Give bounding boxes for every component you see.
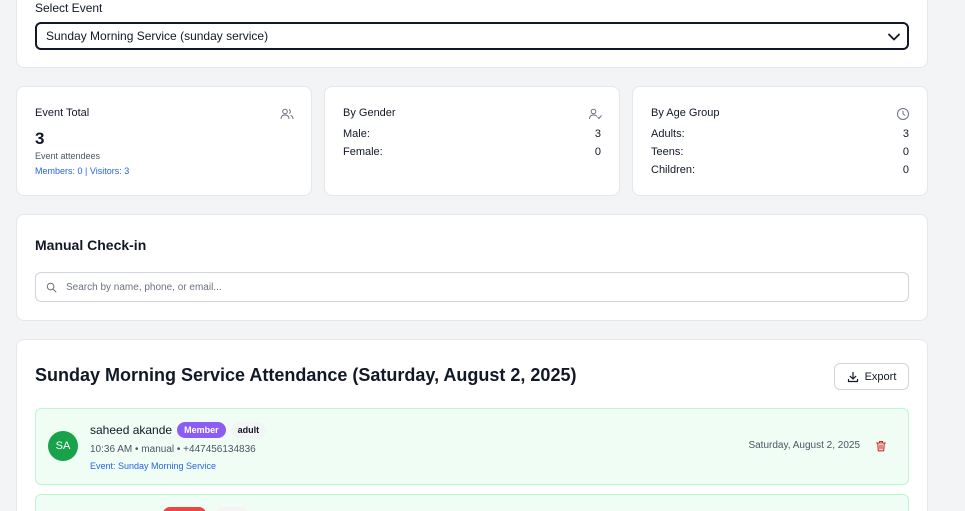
chevron-down-icon: [888, 33, 900, 41]
age-row-adults: Adults: 3: [651, 128, 909, 140]
event-total-card: Event Total 3 Event attendees Members: 0…: [16, 86, 312, 196]
select-event-label: Select Event: [35, 1, 103, 15]
event-total-title: Event Total: [35, 107, 90, 119]
age-row-children: Children: 0: [651, 164, 909, 176]
by-gender-card: By Gender Male: 3 Female: 0: [324, 86, 620, 196]
by-age-group-title: By Age Group: [651, 107, 720, 119]
age-badge: adult: [230, 422, 267, 438]
event-total-subtitle: Event attendees: [35, 151, 101, 161]
gender-label: Female:: [343, 146, 383, 158]
age-row-teens: Teens: 0: [651, 146, 909, 158]
manual-checkin-title: Manual Check-in: [35, 237, 147, 253]
by-age-group-card: By Age Group Adults: 3 Teens: 0 Children…: [632, 86, 928, 196]
gender-row-female: Female: 0: [343, 146, 601, 158]
checkin-meta: 10:36 AM • manual • +447456134836: [90, 444, 256, 455]
manual-checkin-card: Manual Check-in: [16, 214, 928, 321]
checkin-event: Event: Sunday Morning Service: [90, 461, 217, 471]
age-value: 0: [902, 146, 909, 158]
member-badge: Member: [177, 422, 226, 438]
gender-value: 3: [594, 128, 601, 140]
clock-icon: [897, 108, 909, 120]
gender-value: 0: [594, 146, 601, 158]
checkin-date: Saturday, August 2, 2025: [748, 440, 860, 451]
gender-label: Male:: [343, 128, 370, 140]
gender-row-male: Male: 3: [343, 128, 601, 140]
event-select[interactable]: Sunday Morning Service (sunday service): [35, 22, 909, 50]
user-check-icon: [589, 108, 602, 120]
attendance-row: SA saheed akande Member adult 10:36 AM •…: [35, 408, 909, 485]
event-total-value: 3: [35, 129, 45, 148]
search-field[interactable]: [35, 272, 909, 302]
download-icon: [847, 371, 858, 382]
age-value: 3: [902, 128, 909, 140]
age-badge: [216, 507, 248, 511]
event-select-value: Sunday Morning Service (sunday service): [46, 29, 269, 43]
users-icon: [280, 108, 294, 120]
age-label: Adults:: [651, 128, 685, 140]
search-icon: [46, 282, 57, 293]
trash-icon[interactable]: [875, 440, 887, 452]
visitor-badge: [163, 507, 206, 511]
avatar: SA: [48, 431, 78, 461]
attendance-title: Sunday Morning Service Attendance (Satur…: [35, 365, 577, 385]
attendance-card: Sunday Morning Service Attendance (Satur…: [16, 339, 928, 511]
age-label: Teens:: [651, 146, 684, 158]
export-label: Export: [864, 370, 897, 383]
search-input[interactable]: [66, 281, 908, 293]
by-gender-title: By Gender: [343, 107, 396, 119]
select-event-card: Select Event Sunday Morning Service (sun…: [16, 0, 928, 68]
members-visitors-breakdown: Members: 0 | Visitors: 3: [35, 166, 130, 176]
export-button[interactable]: Export: [834, 363, 909, 390]
age-label: Children:: [651, 164, 696, 176]
attendee-name-line: saheed akande Member adult: [90, 422, 267, 438]
age-value: 0: [902, 164, 909, 176]
attendance-row: [35, 494, 909, 511]
attendee-name: saheed akande: [90, 423, 173, 437]
